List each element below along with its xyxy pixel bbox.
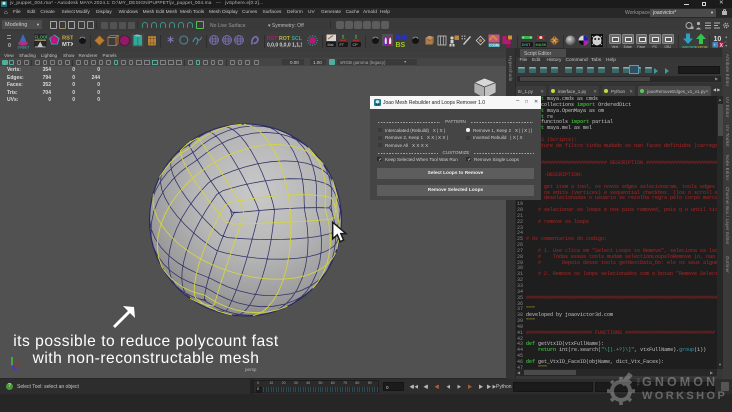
svg-text:MTX: MTX [62,42,73,47]
svg-text:FLOOR: FLOOR [34,34,47,39]
svg-text:MASK: MASK [535,43,546,47]
svg-text:0,0,0 0,0,0 1,1,1: 0,0,0 0,0,0 1,1,1 [267,42,302,48]
svg-text:RST: RST [62,36,73,42]
svg-text:GNOMON: GNOMON [642,375,718,389]
svg-text:SCL: SCL [292,36,303,42]
svg-text:CP: CP [352,43,358,47]
svg-text:RST: RST [267,36,278,42]
svg-text:BS: BS [395,42,405,49]
svg-text:THE: THE [636,378,641,386]
svg-text:DIST: DIST [521,43,530,47]
svg-text:+: + [713,43,716,48]
svg-text:JVSET: JVSET [18,46,30,50]
svg-text:WORKSHOP: WORKSHOP [642,390,727,402]
svg-text:ROT: ROT [279,36,291,42]
svg-text:∗: ∗ [166,34,175,46]
svg-text:COMB: COMB [488,44,499,48]
svg-text:Mat: Mat [327,43,333,47]
